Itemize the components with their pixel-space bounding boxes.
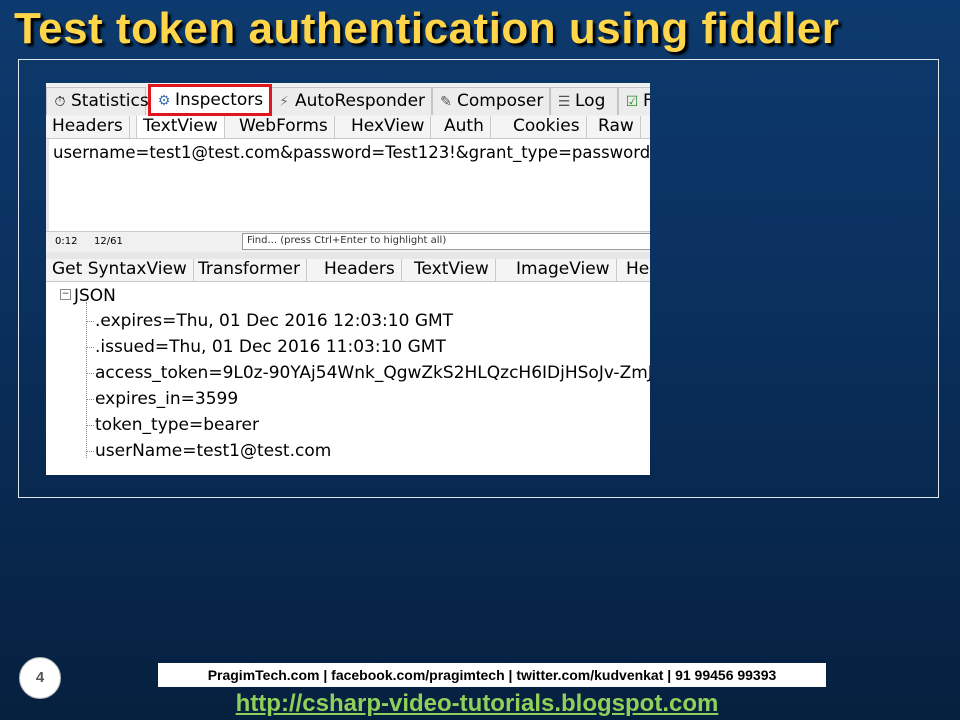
request-inspector-tabs: Headers TextView WebForms HexView Auth C… — [46, 116, 650, 139]
fiddler-screenshot: ⏱ Statistics ⚡ AutoResponder ✎ Composer ☰ Lo… — [46, 83, 650, 475]
splitter[interactable] — [46, 252, 650, 259]
tree-node-label: .issued=Thu, 01 Dec 2016 11:03:10 GMT — [95, 337, 446, 357]
response-inspector-tabs: Get SyntaxView Transformer Headers TextV… — [46, 259, 650, 282]
tab-autoresponder[interactable]: ⚡ AutoResponder — [270, 87, 432, 115]
lightning-icon: ⚡ — [279, 94, 289, 110]
tab-request-raw[interactable]: Raw — [592, 116, 641, 138]
composer-icon: ✎ — [440, 94, 452, 110]
tree-root[interactable]: − JSON — [60, 286, 116, 306]
tab-label: Inspectors — [175, 90, 264, 110]
request-body-text[interactable]: username=test1@test.com&password=Test123… — [46, 139, 650, 231]
tab-request-hexview[interactable]: HexView — [345, 116, 432, 138]
tab-label: Log — [575, 91, 606, 111]
tab-label: Statistics — [71, 91, 149, 111]
tab-response-textview[interactable]: TextView — [408, 259, 496, 281]
tab-response-headers-extra[interactable]: He — [620, 259, 650, 281]
tree-root-label: JSON — [74, 286, 116, 306]
stopwatch-icon: ⏱ — [54, 94, 66, 110]
request-status-bar: 0:12 12/61 Find... (press Ctrl+Enter to … — [46, 231, 650, 253]
find-input[interactable]: Find... (press Ctrl+Enter to highlight a… — [242, 233, 650, 250]
tree-node[interactable]: .issued=Thu, 01 Dec 2016 11:03:10 GMT — [86, 337, 446, 357]
caret-position: 0:12 — [55, 236, 78, 247]
tree-node-label: .expires=Thu, 01 Dec 2016 12:03:10 GMT — [95, 311, 454, 331]
tree-node[interactable]: access_token=9L0z-90YAj54Wnk_QgwZkS2HLQz… — [86, 363, 650, 383]
tab-composer[interactable]: ✎ Composer — [432, 87, 550, 115]
tab-log[interactable]: ☰ Log — [550, 87, 618, 115]
tree-node-label: expires_in=3599 — [95, 389, 239, 409]
tree-node[interactable]: userName=test1@test.com — [86, 441, 331, 461]
checkbox-icon: ☑ — [625, 94, 639, 110]
tree-node-label: token_type=bearer — [95, 415, 259, 435]
tab-request-headers[interactable]: Headers — [46, 116, 130, 138]
tab-response-imageview[interactable]: ImageView — [510, 259, 617, 281]
line-count: 12/61 — [94, 236, 123, 247]
tree-node[interactable]: expires_in=3599 — [86, 389, 238, 409]
tree-node[interactable]: .expires=Thu, 01 Dec 2016 12:03:10 GMT — [86, 311, 453, 331]
tree-node-label: access_token=9L0z-90YAj54Wnk_QgwZkS2HLQz… — [95, 363, 650, 383]
tab-statistics[interactable]: ⏱ Statistics — [46, 87, 149, 115]
tab-request-webforms[interactable]: WebForms — [233, 116, 335, 138]
collapse-icon[interactable]: − — [60, 288, 71, 300]
main-tab-strip: ⏱ Statistics ⚡ AutoResponder ✎ Composer ☰ Lo… — [46, 83, 650, 117]
tab-response-headers[interactable]: Headers — [318, 259, 402, 281]
tab-filters[interactable]: ☑ F — [618, 87, 650, 115]
tree-node[interactable]: token_type=bearer — [86, 415, 259, 435]
blog-link[interactable]: http://csharp-video-tutorials.blogspot.c… — [0, 690, 954, 718]
log-icon: ☰ — [557, 94, 571, 110]
tab-request-auth[interactable]: Auth — [438, 116, 491, 138]
tab-request-cookies[interactable]: Cookies — [507, 116, 587, 138]
inspector-icon: ⚙ — [157, 93, 171, 109]
tab-response-transformer[interactable]: Transformer — [192, 259, 308, 281]
tab-response-syntaxview[interactable]: Get SyntaxView — [46, 259, 194, 281]
tab-inspectors[interactable]: ⚙ Inspectors — [148, 84, 272, 116]
tree-node-label: userName=test1@test.com — [95, 441, 332, 461]
tab-label: Composer — [457, 91, 544, 111]
tab-label: AutoResponder — [295, 91, 426, 111]
tab-request-textview[interactable]: TextView — [136, 116, 225, 138]
json-tree: − JSON .expires=Thu, 01 Dec 2016 12:03:10… — [46, 282, 650, 475]
slide-title: Test token authentication using fiddler — [14, 4, 840, 53]
contact-banner: PragimTech.com | facebook.com/pragimtech… — [158, 663, 826, 687]
tab-label: F — [643, 91, 650, 111]
